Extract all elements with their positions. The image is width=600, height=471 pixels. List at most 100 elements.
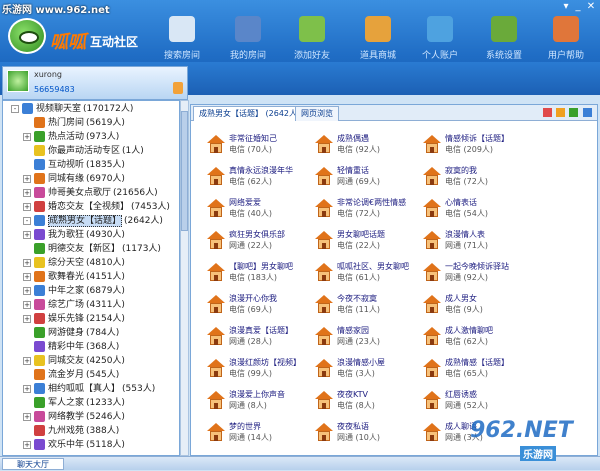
toolbar-button-5[interactable]: 个人账户: [412, 16, 468, 61]
room-item[interactable]: 浪漫真爱【话题】 网通 (28人): [207, 325, 317, 349]
add-friend-icon: [299, 16, 325, 42]
room-item[interactable]: 浪漫红颜坊【视频】 电信 (99人): [207, 357, 317, 381]
tab-1[interactable]: 成熟男女【话题】 (2642人): [193, 106, 307, 121]
tree-item-label: 网游健身: [48, 328, 85, 338]
room-item[interactable]: 浪漫开心你我 电信 (69人): [207, 293, 317, 317]
tree-item-count: (1233人): [86, 398, 125, 408]
room-name: 今夜不寂寞: [337, 294, 377, 303]
close-tab-icon[interactable]: [543, 108, 552, 117]
room-list-panel: 成熟男女【话题】 (2642人) 网页浏览 非常征婚知己 电信 (70人) 成熟偶遇电…: [190, 104, 598, 456]
collapse-icon[interactable]: -: [11, 104, 19, 113]
back-icon[interactable]: [556, 108, 565, 117]
expand-icon[interactable]: +: [23, 286, 31, 295]
expand-icon[interactable]: +: [23, 132, 31, 141]
toolbar-button-3[interactable]: 添加好友: [284, 16, 340, 61]
expand-icon[interactable]: +: [23, 300, 31, 309]
expand-icon[interactable]: +: [23, 412, 31, 421]
room-name: 男女聊吧话题: [337, 230, 385, 239]
expand-icon[interactable]: +: [23, 356, 31, 365]
room-item[interactable]: 成人男女 电信 (9人): [423, 293, 533, 317]
toolbar-button-2[interactable]: 我的房间: [220, 16, 276, 61]
room-house-icon: [207, 135, 225, 153]
room-name: 浪漫红颜坊【视频】: [229, 358, 301, 367]
room-item[interactable]: 情感倾诉【话题】 电信 (209人): [423, 133, 533, 157]
expand-icon[interactable]: +: [23, 314, 31, 323]
tree-item-label: 中年之家: [48, 286, 85, 296]
room-item[interactable]: 一起今晚倾诉驿站 网通 (92人): [423, 261, 533, 285]
toolbar-button-1[interactable]: 搜索房间: [154, 16, 210, 61]
category-icon: [34, 327, 45, 338]
category-icon: [34, 145, 45, 156]
expand-icon[interactable]: +: [23, 188, 31, 197]
category-icon: [34, 341, 45, 352]
tree-item-label: 同城交友: [48, 356, 85, 366]
edit-icon[interactable]: [583, 108, 592, 117]
expand-icon[interactable]: +: [23, 230, 31, 239]
tree-item[interactable]: + 欢乐中年 (5118人): [23, 437, 125, 454]
tree-item-count: (1835人): [86, 160, 125, 170]
room-item[interactable]: 呱呱社区、男女聊吧 电信 (61人): [315, 261, 425, 285]
toolbar-button-label: 添加好友: [293, 51, 330, 61]
room-item[interactable]: 情感家园 网通 (23人): [315, 325, 425, 349]
expand-icon[interactable]: +: [23, 174, 31, 183]
tab-bar: 成熟男女【话题】 (2642人) 网页浏览: [191, 105, 597, 121]
expand-icon[interactable]: +: [23, 384, 31, 393]
room-item[interactable]: 浪漫爱上你声音 网通 (8人): [207, 389, 317, 413]
tree-item-label: 互动视听: [48, 160, 85, 170]
expand-icon[interactable]: +: [23, 440, 31, 449]
expand-icon[interactable]: +: [23, 202, 31, 211]
room-item[interactable]: 浪漫情感小屋 电信 (3人): [315, 357, 425, 381]
tab-chat-hall[interactable]: 聊天大厅: [2, 458, 64, 470]
room-item[interactable]: 寂寞的我 电信 (72人): [423, 165, 533, 189]
category-icon: [34, 187, 45, 198]
minimize-button[interactable]: _: [572, 0, 584, 14]
tree-scroll-thumb[interactable]: [181, 111, 188, 231]
room-info: 网通 (10人): [337, 433, 380, 442]
toolbar-button-7[interactable]: 用户帮助: [538, 16, 594, 61]
toolbar-button-6[interactable]: 系统设置: [476, 16, 532, 61]
tab-2[interactable]: 网页浏览: [295, 106, 339, 121]
room-item[interactable]: 红唇诱惑 网通 (52人): [423, 389, 533, 413]
close-button[interactable]: ✕: [585, 0, 597, 14]
avatar[interactable]: [7, 70, 29, 92]
toolbar-button-4[interactable]: 道具商城: [350, 16, 406, 61]
room-item[interactable]: 今夜不寂寞 电信 (11人): [315, 293, 425, 317]
tree-item-label: 综艺广场: [48, 300, 85, 310]
room-house-icon: [207, 167, 225, 185]
collapse-icon[interactable]: -: [23, 216, 31, 225]
room-item[interactable]: 夜夜私语 网通 (10人): [315, 421, 425, 445]
room-item[interactable]: 真情永远浪漫年华 电信 (62人): [207, 165, 317, 189]
room-house-icon: [315, 231, 333, 249]
room-item[interactable]: 非常征婚知己 电信 (70人): [207, 133, 317, 157]
tree-item-label: 歌舞春光: [48, 272, 85, 282]
user-card-icon[interactable]: [173, 82, 183, 94]
room-item[interactable]: 网络爱爱 电信 (40人): [207, 197, 317, 221]
room-info: 电信 (62人): [445, 337, 488, 346]
category-icon: [34, 397, 45, 408]
room-info: 网通 (92人): [445, 273, 488, 282]
room-item[interactable]: 成熟情感【话题】 电信 (65人): [423, 357, 533, 381]
room-info: 电信 (209人): [445, 145, 494, 154]
room-item[interactable]: 成人激情聊吧 电信 (62人): [423, 325, 533, 349]
room-item[interactable]: 浪漫情人表 网通 (71人): [423, 229, 533, 253]
room-house-icon: [315, 167, 333, 185]
room-item[interactable]: 轻情重话 网通 (69人): [315, 165, 425, 189]
toolbar-button-label: 我的房间: [229, 51, 266, 61]
room-info: 电信 (61人): [337, 273, 380, 282]
expand-icon[interactable]: +: [23, 272, 31, 281]
tree-scrollbar[interactable]: [180, 100, 189, 456]
room-item[interactable]: 梦的世界 网通 (14人): [207, 421, 317, 445]
skin-icon[interactable]: ▾: [560, 0, 572, 14]
forward-icon[interactable]: [569, 108, 578, 117]
room-item[interactable]: 非常论调€两性情感 电信 (72人): [315, 197, 425, 221]
room-item[interactable]: 成熟偶遇 电信 (92人): [315, 133, 425, 157]
card-icon: [427, 16, 453, 42]
room-info: 网通 (23人): [337, 337, 380, 346]
help-user-icon: [553, 16, 579, 42]
room-item[interactable]: 夜夜KTV 电信 (8人): [315, 389, 425, 413]
room-item[interactable]: 男女聊吧话题 电信 (22人): [315, 229, 425, 253]
room-item[interactable]: 心情表话 电信 (54人): [423, 197, 533, 221]
expand-icon[interactable]: +: [23, 258, 31, 267]
room-item[interactable]: 【聊吧】男女聊吧 电信 (183人): [207, 261, 317, 285]
room-item[interactable]: 疯狂男女俱乐部 网通 (22人): [207, 229, 317, 253]
